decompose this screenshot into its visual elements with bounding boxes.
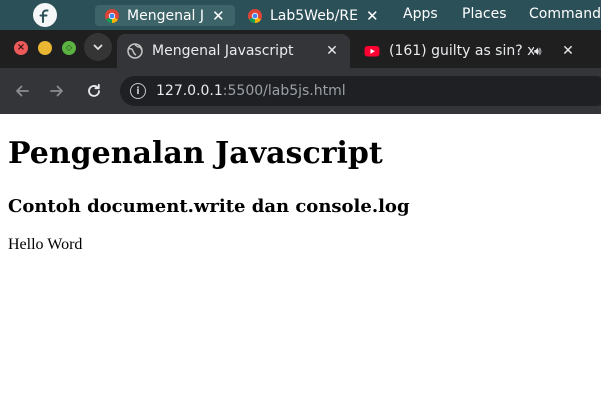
taskbar-window-title: Lab5Web/RE: [270, 7, 358, 24]
back-button[interactable]: [10, 79, 34, 103]
chevron-down-icon: [93, 44, 103, 50]
reload-button[interactable]: [82, 79, 106, 103]
url-text[interactable]: 127.0.0.1:5500/lab5js.html: [156, 83, 346, 99]
tab-title: Mengenal Javascript: [152, 43, 294, 59]
page-subheading: Contoh document.write dan console.log: [8, 196, 410, 217]
arrow-right-icon: [50, 85, 63, 97]
url-path: :5500/lab5js.html: [222, 83, 346, 99]
taskbar-window-mengenal[interactable]: Mengenal J ✕: [95, 5, 235, 26]
info-icon[interactable]: i: [130, 83, 146, 99]
os-top-panel: Mengenal J ✕ Lab5Web/RE ✕ Apps Places Co…: [0, 0, 601, 30]
fedora-logo-icon[interactable]: [33, 3, 57, 27]
speaker-icon[interactable]: 🔊︎: [534, 44, 548, 59]
page-content: Pengenalan Javascript Contoh document.wr…: [0, 114, 601, 406]
window-maximize-button[interactable]: ◇: [62, 41, 76, 55]
forward-button[interactable]: [45, 79, 69, 103]
close-icon[interactable]: ✕: [322, 43, 342, 59]
tab-title: (161) guilty as sin? x ar: [389, 43, 534, 59]
menu-commands[interactable]: Commands: [529, 6, 601, 22]
page-paragraph: Hello Word: [8, 236, 83, 253]
close-icon: ×: [16, 42, 26, 53]
menu-apps[interactable]: Apps: [403, 6, 438, 22]
close-icon[interactable]: ✕: [558, 43, 578, 59]
taskbar-window-lab5web[interactable]: Lab5Web/RE ✕: [238, 5, 383, 26]
window-close-button[interactable]: ×: [14, 41, 28, 55]
page-heading: Pengenalan Javascript: [8, 136, 383, 171]
tab-youtube[interactable]: (161) guilty as sin? x ar 🔊︎ ✕: [354, 34, 586, 68]
tab-search-button[interactable]: [84, 33, 112, 61]
browser-toolbar: i 127.0.0.1:5500/lab5js.html: [0, 68, 601, 114]
window-minimize-button[interactable]: [38, 41, 52, 55]
tab-mengenal-javascript[interactable]: Mengenal Javascript ✕: [117, 34, 350, 68]
youtube-icon: [364, 46, 380, 57]
chrome-icon: [105, 8, 119, 23]
menu-places[interactable]: Places: [462, 6, 507, 22]
close-icon[interactable]: ✕: [366, 7, 379, 25]
url-host: 127.0.0.1: [156, 83, 223, 99]
maximize-icon: ◇: [65, 43, 73, 52]
arrow-left-icon: [16, 85, 29, 97]
taskbar-window-title: Mengenal J: [127, 7, 204, 24]
close-icon[interactable]: ✕: [212, 7, 225, 25]
globe-icon: [127, 43, 143, 59]
address-bar[interactable]: i 127.0.0.1:5500/lab5js.html: [120, 76, 601, 106]
reload-icon: [88, 83, 100, 97]
chrome-icon: [248, 8, 262, 23]
